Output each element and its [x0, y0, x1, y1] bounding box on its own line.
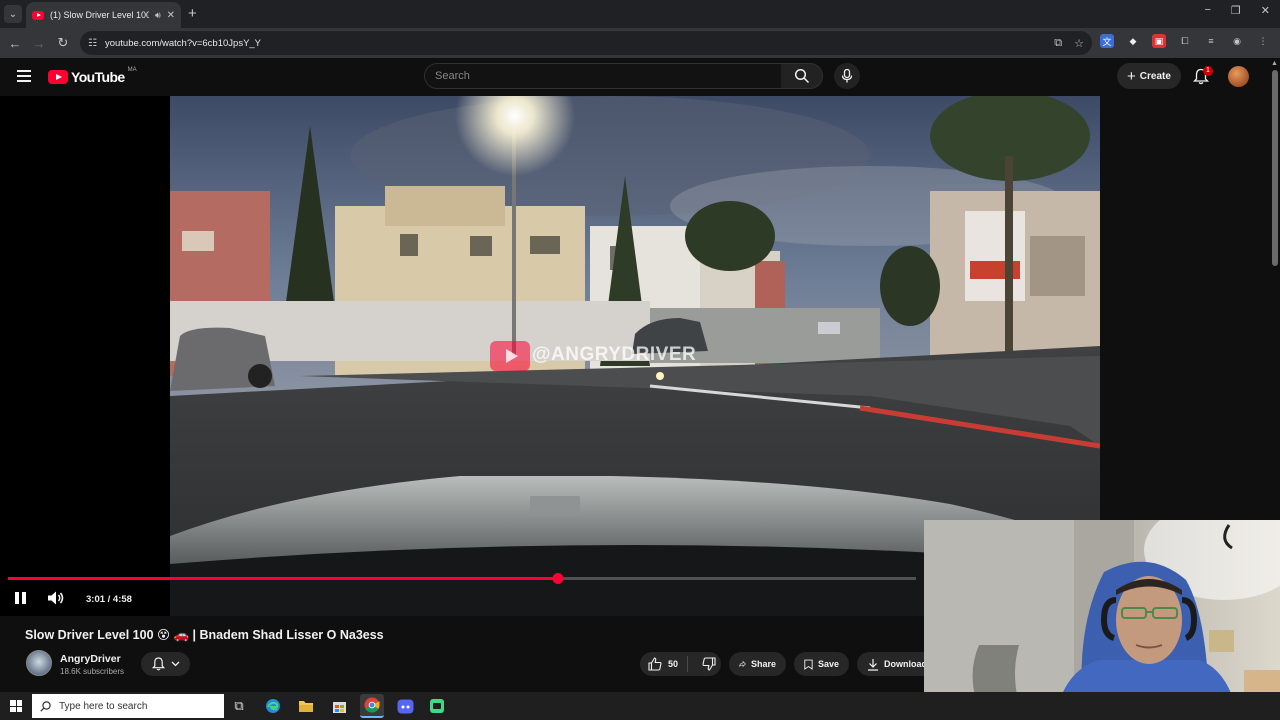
download-label: Download	[884, 659, 927, 669]
pause-icon[interactable]	[15, 592, 27, 604]
profile-icon[interactable]: ◉	[1230, 34, 1244, 48]
tab-audio-icon[interactable]: 🔊︎	[155, 10, 161, 21]
minimize-icon[interactable]: −	[1204, 4, 1210, 17]
url-text: youtube.com/watch?v=6cb10JpsY_Y	[104, 37, 262, 49]
youtube-header: YouTube MA + Create 1	[0, 58, 1270, 96]
country-code: MA	[127, 67, 137, 73]
tab-title: (1) Slow Driver Level 100 😵	[50, 9, 149, 20]
youtube-play-logo-icon	[48, 70, 68, 84]
search-icon	[794, 68, 809, 84]
reload-icon[interactable]: ↻	[51, 35, 75, 51]
extensions-area: 文 ◆ ▣ ⧠ ≡ ◉ ⋮	[1100, 34, 1270, 48]
subscriber-count: 18.6K subscribers	[60, 667, 125, 676]
window-close-icon[interactable]: ✕	[1261, 4, 1270, 17]
screen: ⌄ (1) Slow Driver Level 100 😵 🔊︎ ✕ + − ❐…	[0, 0, 1280, 720]
browser-tab-active[interactable]: (1) Slow Driver Level 100 😵 🔊︎ ✕	[26, 2, 181, 28]
youtube-favicon-icon	[32, 10, 44, 20]
browser-menu-icon[interactable]: ⋮	[1256, 34, 1270, 48]
download-icon	[868, 658, 878, 671]
dislike-button[interactable]	[693, 657, 716, 671]
channel-avatar[interactable]	[26, 650, 52, 676]
scroll-thumb[interactable]	[1272, 70, 1278, 266]
window-controls: − ❐ ✕	[1204, 4, 1270, 17]
browser-tabstrip: ⌄ (1) Slow Driver Level 100 😵 🔊︎ ✕ + − ❐…	[0, 0, 1280, 28]
media-control-icon[interactable]: ≡	[1204, 34, 1218, 48]
subscription-notification-button[interactable]	[141, 652, 190, 676]
hamburger-menu-icon[interactable]	[17, 70, 31, 85]
share-button[interactable]: Share	[729, 652, 786, 676]
site-info-icon[interactable]: ☷	[88, 38, 97, 49]
windows-start-icon[interactable]	[10, 700, 22, 712]
taskbar-search-placeholder: Type here to search	[59, 700, 148, 712]
translate-extension-icon[interactable]: 文	[1100, 34, 1114, 48]
browser-toolbar: ← → ↻ ☷ youtube.com/watch?v=6cb10JpsY_Y …	[0, 28, 1280, 58]
like-dislike-group: 50	[640, 652, 721, 676]
save-label: Save	[817, 659, 839, 669]
save-button[interactable]: Save	[794, 652, 849, 676]
tab-close-icon[interactable]: ✕	[167, 10, 175, 21]
video-player[interactable]: @ANGRYDRIVER 3:01 / 4:58	[0, 96, 1100, 616]
address-bar[interactable]: ☷ youtube.com/watch?v=6cb10JpsY_Y ⧉ ☆	[80, 31, 1092, 55]
channel-name[interactable]: AngryDriver	[60, 653, 121, 665]
new-tab-icon[interactable]: +	[188, 5, 197, 22]
chevron-down-icon	[171, 661, 179, 667]
webcam-feed	[924, 520, 1280, 720]
like-count: 50	[668, 659, 679, 669]
extensions-puzzle-icon[interactable]: ⧠	[1178, 34, 1192, 48]
install-app-icon[interactable]: ⧉	[1054, 37, 1062, 50]
share-icon	[739, 660, 746, 668]
bookmark-icon	[804, 659, 813, 670]
chrome-icon[interactable]	[360, 694, 384, 718]
progress-bar[interactable]	[8, 573, 916, 584]
time-display: 3:01 / 4:58	[86, 594, 132, 605]
scroll-up-icon[interactable]: ▲	[1271, 60, 1278, 67]
bookmark-star-icon[interactable]: ☆	[1074, 37, 1084, 50]
notification-badge: 1	[1203, 66, 1213, 76]
video-watermark: @ANGRYDRIVER	[532, 344, 697, 365]
search-icon	[40, 700, 51, 712]
discord-icon[interactable]	[396, 697, 414, 715]
user-avatar[interactable]	[1228, 66, 1249, 87]
microphone-icon	[841, 69, 853, 83]
create-label: Create	[1139, 70, 1171, 82]
tab-search-icon[interactable]: ⌄	[4, 5, 22, 23]
create-button[interactable]: + Create	[1117, 63, 1181, 89]
microsoft-store-icon[interactable]	[330, 697, 348, 715]
video-title: Slow Driver Level 100 😵 🚗 | Bnadem Shad …	[25, 628, 384, 642]
edge-icon[interactable]	[264, 697, 282, 715]
green-app-icon[interactable]	[428, 697, 446, 715]
restore-icon[interactable]: ❐	[1231, 4, 1241, 17]
forward-icon[interactable]: →	[27, 36, 51, 51]
windows-taskbar: Type here to search ⧉	[0, 692, 1280, 720]
task-view-icon[interactable]: ⧉	[230, 697, 248, 715]
plus-icon: +	[1127, 67, 1136, 85]
diamond-extension-icon[interactable]: ◆	[1126, 34, 1140, 48]
progress-scrubber[interactable]	[552, 573, 564, 584]
back-icon[interactable]: ←	[3, 36, 27, 51]
thumbs-down-icon	[702, 657, 716, 671]
like-button[interactable]: 50	[640, 656, 689, 672]
thumbs-up-icon	[648, 657, 662, 671]
volume-icon[interactable]	[47, 590, 65, 606]
search-box	[424, 63, 782, 89]
share-label: Share	[750, 659, 776, 669]
search-button[interactable]	[781, 63, 823, 89]
progress-played	[8, 577, 559, 580]
search-input[interactable]	[435, 70, 781, 82]
bell-icon	[151, 657, 165, 671]
youtube-logo[interactable]: YouTube MA	[48, 67, 137, 85]
logo-text: YouTube	[71, 69, 125, 85]
red-extension-icon[interactable]: ▣	[1152, 34, 1166, 48]
webcam-overlay	[924, 520, 1280, 720]
taskbar-search-box[interactable]: Type here to search	[32, 694, 224, 718]
file-explorer-icon[interactable]	[297, 697, 315, 715]
voice-search-button[interactable]	[834, 63, 860, 89]
